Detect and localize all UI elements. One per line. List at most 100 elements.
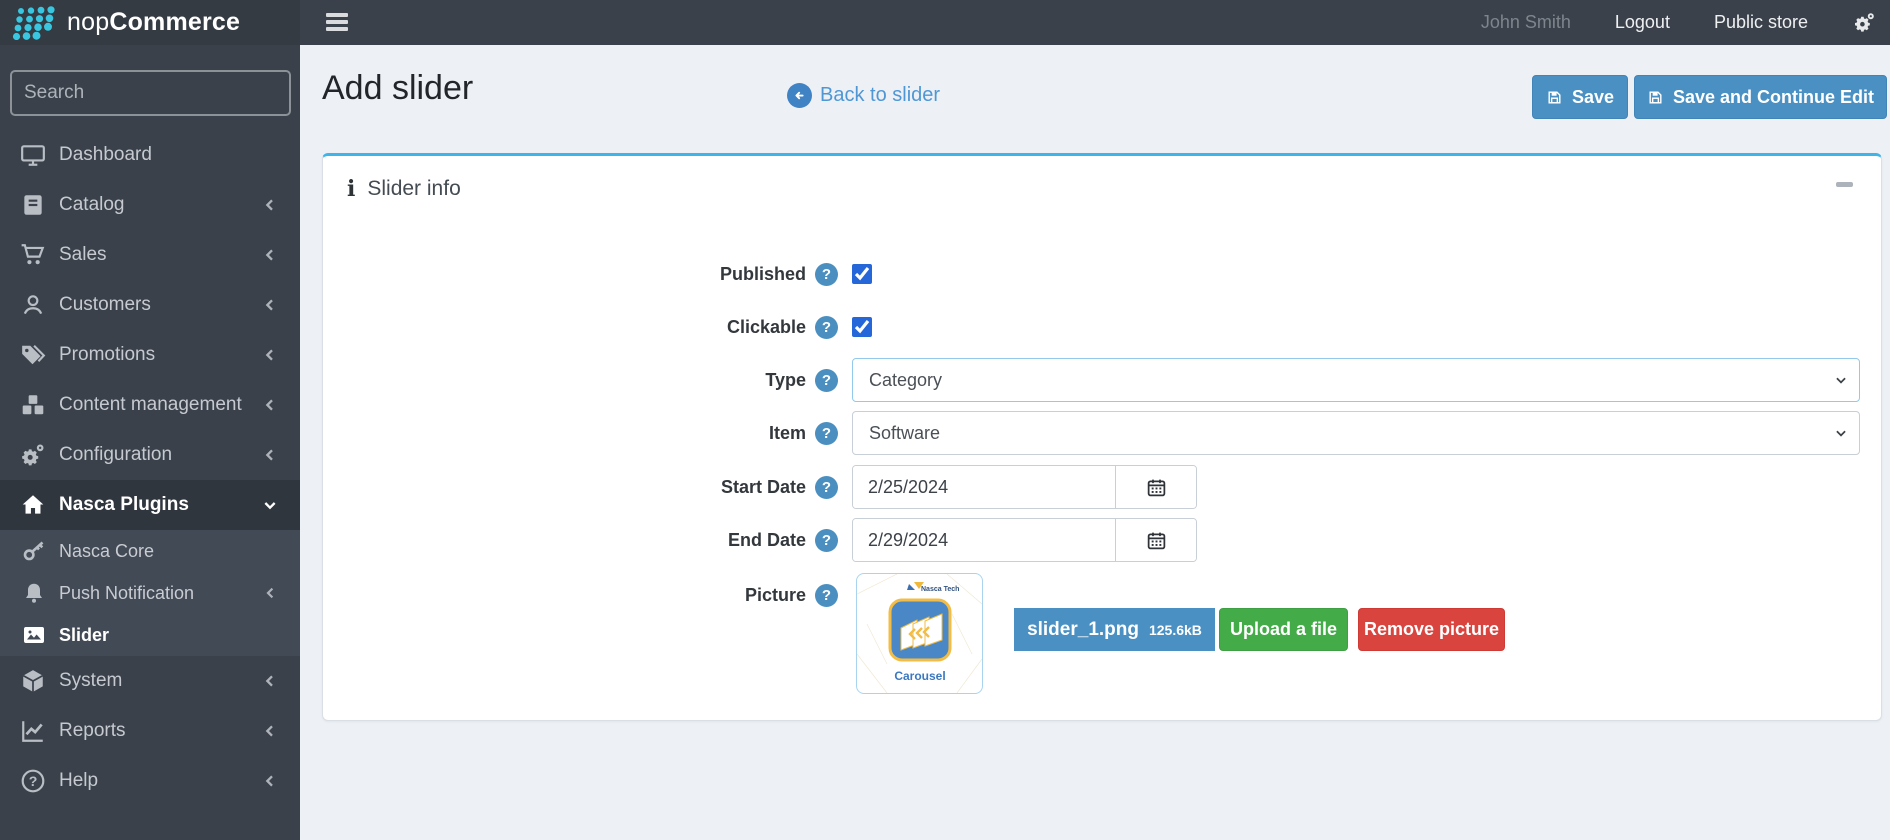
sidebar-item-configuration[interactable]: Configuration: [0, 430, 300, 480]
chevron-left-icon: [265, 299, 273, 311]
end-date-row: End Date ?: [323, 518, 1881, 562]
sidebar-item-label: Slider: [59, 624, 110, 645]
sidebar-item-label: System: [59, 670, 123, 691]
file-size: 125.6kB: [1148, 621, 1202, 638]
sidebar-item-nasca-plugins[interactable]: Nasca Plugins: [0, 480, 300, 530]
upload-file-button[interactable]: Upload a file: [1219, 608, 1348, 651]
remove-picture-button[interactable]: Remove picture: [1358, 608, 1505, 651]
slider-info-panel: i Slider info Published ? Clickable ? Ty…: [322, 153, 1882, 721]
back-to-slider-link[interactable]: Back to slider: [787, 83, 940, 108]
picture-label: Picture: [744, 584, 806, 605]
sidebar-item-system[interactable]: System: [0, 656, 300, 706]
back-link-label: Back to slider: [820, 84, 941, 106]
chevron-left-icon: [265, 449, 273, 461]
tags-icon: [22, 345, 46, 365]
user-icon: [23, 295, 43, 315]
key-icon: [23, 541, 44, 561]
sidebar-item-label: Reports: [59, 720, 126, 741]
file-name: slider_1.png: [1027, 618, 1139, 640]
search-input[interactable]: [12, 82, 281, 104]
published-row: Published ?: [323, 252, 1881, 296]
chevron-left-icon: [265, 775, 273, 787]
sidebar-item-promotions[interactable]: Promotions: [0, 330, 300, 380]
sidebar-item-slider[interactable]: Slider: [0, 614, 300, 656]
item-row: Item ? Software: [323, 411, 1881, 455]
sidebar-item-label: Catalog: [59, 194, 125, 215]
help-icon[interactable]: ?: [815, 421, 838, 445]
svg-text:?: ?: [29, 773, 38, 789]
book-icon: [24, 195, 42, 215]
start-date-label: Start Date: [720, 476, 806, 497]
sidebar-item-label: Push Notification: [59, 582, 195, 603]
upload-button-label: Upload a file: [1229, 619, 1337, 639]
chevron-down-icon: [264, 502, 276, 510]
help-icon[interactable]: ?: [815, 368, 838, 392]
sidebar-item-sales[interactable]: Sales: [0, 230, 300, 280]
logout-link[interactable]: Logout: [1615, 12, 1670, 33]
sidebar-toggle-button[interactable]: [326, 11, 350, 33]
monitor-icon: [21, 145, 45, 166]
clickable-label: Clickable: [726, 316, 806, 337]
end-date-input[interactable]: [853, 519, 1115, 561]
sidebar-item-label: Sales: [59, 244, 107, 265]
start-date-input[interactable]: [853, 466, 1115, 508]
sidebar-item-label: Promotions: [59, 344, 156, 365]
help-icon[interactable]: ?: [815, 583, 838, 607]
sidebar-item-help[interactable]: ? Help: [0, 756, 300, 806]
picture-thumbnail[interactable]: Nasca Tech Carousel: [856, 573, 983, 694]
calendar-icon[interactable]: [1115, 466, 1196, 508]
app-root: nopCommerce John Smith Logout Public sto…: [0, 0, 1890, 840]
chart-line-icon: [22, 721, 43, 742]
sidebar-item-label: Nasca Core: [59, 540, 155, 561]
chevron-left-icon: [265, 249, 273, 261]
sidebar: Dashboard Catalog Sales: [0, 45, 300, 840]
page-title: Add slider: [322, 69, 474, 107]
brand-logo[interactable]: nopCommerce: [0, 0, 300, 45]
sidebar-item-nasca-core[interactable]: Nasca Core: [0, 530, 300, 572]
remove-button-label: Remove picture: [1363, 619, 1500, 639]
sidebar-item-reports[interactable]: Reports: [0, 706, 300, 756]
save-continue-button-label: Save and Continue Edit: [1672, 86, 1875, 107]
top-bar: nopCommerce John Smith Logout Public sto…: [0, 0, 1890, 45]
sidebar-item-label: Help: [59, 770, 99, 791]
sidebar-item-label: Nasca Plugins: [59, 494, 189, 515]
help-icon[interactable]: ?: [815, 528, 838, 552]
panel-header: i Slider info: [323, 156, 1881, 218]
home-icon: [22, 495, 44, 514]
type-select[interactable]: Category: [852, 358, 1860, 402]
help-icon[interactable]: ?: [815, 475, 838, 499]
chevron-left-icon: [265, 399, 273, 411]
floppy-icon: [1649, 90, 1662, 104]
gears-icon: [22, 444, 44, 466]
chevron-left-icon: [265, 725, 273, 737]
sidebar-item-label: Customers: [59, 294, 151, 315]
save-and-continue-button[interactable]: Save and Continue Edit: [1634, 75, 1887, 119]
chevron-left-icon: [265, 349, 273, 361]
chevron-left-icon: [266, 587, 274, 599]
sidebar-search: [10, 70, 291, 116]
type-label: Type: [765, 369, 806, 390]
thumbnail-caption: Carousel: [894, 669, 945, 683]
item-select[interactable]: Software: [852, 411, 1860, 455]
sidebar-item-dashboard[interactable]: Dashboard: [0, 130, 300, 180]
save-button[interactable]: Save: [1532, 75, 1628, 119]
calendar-icon[interactable]: [1115, 519, 1196, 561]
settings-gears-icon[interactable]: [1852, 11, 1876, 35]
public-store-link[interactable]: Public store: [1714, 12, 1808, 33]
collapse-panel-icon[interactable]: [1836, 182, 1853, 187]
published-checkbox[interactable]: [852, 264, 872, 284]
sidebar-item-customers[interactable]: Customers: [0, 280, 300, 330]
image-icon: [24, 627, 44, 643]
clickable-checkbox[interactable]: [852, 317, 872, 337]
sidebar-item-catalog[interactable]: Catalog: [0, 180, 300, 230]
info-icon: i: [347, 176, 356, 202]
sidebar-item-label: Dashboard: [59, 144, 152, 165]
top-right-menu: John Smith Logout Public store: [1481, 0, 1876, 45]
panel-title-label: Slider info: [367, 177, 461, 200]
sidebar-item-push-notification[interactable]: Push Notification: [0, 572, 300, 614]
save-button-label: Save: [1571, 86, 1615, 107]
sidebar-menu: Dashboard Catalog Sales Customers Promot…: [0, 130, 300, 806]
help-icon[interactable]: ?: [815, 315, 838, 339]
sidebar-item-content-management[interactable]: Content management: [0, 380, 300, 430]
help-icon[interactable]: ?: [815, 262, 838, 286]
